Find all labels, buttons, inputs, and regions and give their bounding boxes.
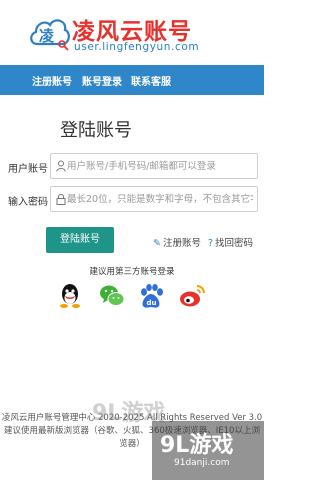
nav-item-contact[interactable]: 联系客服	[131, 73, 171, 88]
register-link[interactable]: ✎ 注册账号	[153, 235, 201, 249]
wechat-icon[interactable]	[98, 282, 126, 310]
password-label: 输入密码	[8, 197, 48, 208]
password-input[interactable]	[67, 190, 253, 208]
page-title: 登陆账号	[60, 120, 132, 141]
recover-link-label: 找回密码	[215, 238, 254, 249]
username-label: 用户账号	[8, 164, 48, 175]
register-link-label: 注册账号	[162, 238, 201, 249]
third-party-title: 建议用第三方账号登录	[89, 267, 175, 277]
recover-password-link[interactable]: ? 找回密码	[208, 235, 253, 249]
password-field-box	[50, 186, 258, 212]
baidu-icon[interactable]: du	[137, 282, 165, 310]
nav-item-register[interactable]: 注册账号	[32, 73, 72, 88]
qq-icon[interactable]	[56, 282, 84, 310]
nav-item-login[interactable]: 账号登录	[82, 73, 122, 88]
login-button[interactable]: 登陆账号	[46, 227, 114, 253]
username-input[interactable]	[67, 157, 253, 175]
watermark-brand: 9L游戏	[160, 433, 234, 458]
edit-icon: ✎	[153, 238, 161, 249]
user-icon	[56, 160, 66, 172]
watermark: 9L游戏 91danji.com	[152, 421, 264, 480]
username-field-box	[50, 153, 258, 179]
lock-icon	[56, 193, 66, 205]
cloud-logo-icon: 凌	[30, 19, 70, 51]
logo-char: 凌	[39, 27, 55, 45]
site-url: user.lingfengyun.com	[74, 41, 200, 53]
site-header: 凌 凌风云账号 user.lingfengyun.com	[0, 0, 264, 64]
weibo-icon[interactable]	[178, 282, 206, 310]
svg-text:du: du	[147, 299, 157, 307]
help-icon: ?	[208, 238, 214, 249]
top-nav: 注册账号 账号登录 联系客服	[0, 65, 264, 95]
watermark-url: 91danji.com	[174, 458, 230, 468]
site-logo[interactable]: 凌 凌风云账号 user.lingfengyun.com	[28, 12, 228, 56]
